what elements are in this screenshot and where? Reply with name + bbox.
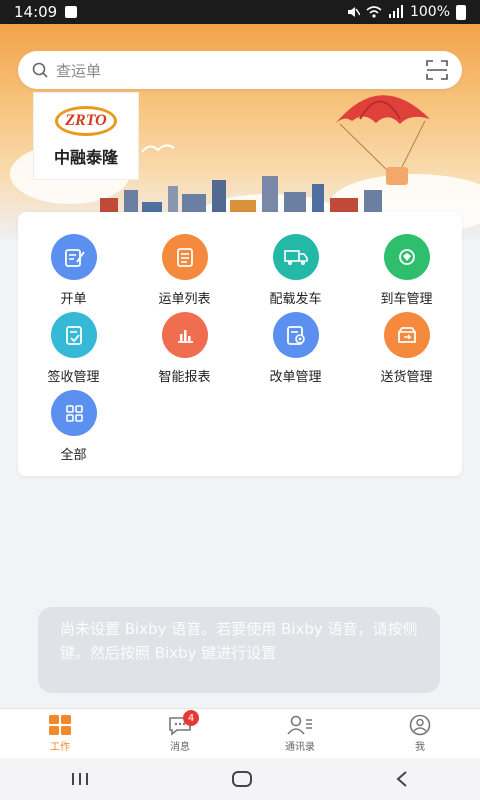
- bird-icon: [141, 144, 175, 153]
- menu-item-all[interactable]: 全部: [18, 390, 129, 463]
- modify-icon: [272, 312, 319, 358]
- list-icon: [161, 234, 208, 280]
- company-logo: ZRTO 中融泰隆: [33, 92, 139, 180]
- sign-icon: [50, 312, 97, 358]
- menu-item-label: 开单: [60, 292, 87, 307]
- menu-item-sign-management[interactable]: 签收管理: [18, 312, 129, 385]
- notification-icon: [65, 6, 78, 18]
- menu-item-delivery-management[interactable]: 送货管理: [351, 312, 462, 385]
- menu-item-smart-report[interactable]: 智能报表: [129, 312, 240, 385]
- edit-icon: [50, 234, 97, 280]
- toast-text: 尚未设置 Bixby 语音。若要使用 Bixby 语音，请按侧键。然后按照 Bi…: [60, 620, 418, 662]
- tab-label: 我: [415, 742, 425, 753]
- logo-mark-text: ZRTO: [65, 112, 107, 129]
- tab-label: 工作: [50, 742, 70, 753]
- logo-mark: ZRTO: [54, 104, 118, 138]
- mute-icon: [347, 7, 360, 17]
- battery-percent: 100%: [409, 4, 450, 20]
- unread-badge: 4: [183, 710, 199, 726]
- tab-messages[interactable]: 4 消息: [120, 709, 240, 758]
- scan-icon[interactable]: [426, 60, 448, 80]
- menu-item-waybill-list[interactable]: 运单列表: [129, 234, 240, 307]
- delivery-icon: [383, 312, 430, 358]
- status-time: 14:09: [14, 3, 58, 21]
- menu-item-label: 配载发车: [269, 292, 322, 307]
- status-bar: 14:09 100%: [0, 0, 480, 24]
- profile-icon: [409, 714, 431, 736]
- tab-contacts[interactable]: 通讯录: [240, 709, 360, 758]
- report-icon: [161, 312, 208, 358]
- menu-item-modify-order[interactable]: 改单管理: [240, 312, 351, 385]
- menu-item-load-dispatch[interactable]: 配载发车: [240, 234, 351, 307]
- grid-icon: [50, 390, 97, 436]
- hero-banner: 查运单 ZRTO 中融泰隆: [0, 24, 480, 240]
- menu-item-create-order[interactable]: 开单: [18, 234, 129, 307]
- menu-item-label: 改单管理: [269, 370, 322, 385]
- recent-apps-icon[interactable]: [70, 771, 90, 787]
- search-bar[interactable]: 查运单: [18, 51, 462, 89]
- status-right: 100%: [346, 4, 466, 20]
- tab-label: 通讯录: [285, 742, 315, 753]
- menu-item-label: 签收管理: [47, 370, 100, 385]
- truck-icon: [272, 234, 319, 280]
- menu-item-label: 送货管理: [380, 370, 433, 385]
- menu-item-label: 全部: [60, 448, 87, 463]
- menu-item-arrival-management[interactable]: 到车管理: [351, 234, 462, 307]
- system-nav-bar: [0, 758, 480, 800]
- system-toast: 尚未设置 Bixby 语音。若要使用 Bixby 语音，请按侧键。然后按照 Bi…: [38, 607, 440, 693]
- search-icon: [32, 62, 48, 78]
- company-name: 中融泰隆: [53, 148, 118, 167]
- tab-profile[interactable]: 我: [360, 709, 480, 758]
- location-icon: [383, 234, 430, 280]
- signal-icon: [388, 5, 403, 18]
- back-icon[interactable]: [394, 770, 410, 788]
- tab-work[interactable]: 工作: [0, 709, 120, 758]
- battery-icon: [456, 4, 466, 20]
- menu-item-label: 智能报表: [158, 370, 211, 385]
- home-icon[interactable]: [231, 770, 253, 788]
- contacts-icon: [287, 715, 312, 735]
- function-grid: 开单 运单列表 配载发车 到车管理 签收管理 智能报表 改单管理 送货管理 全部: [18, 212, 462, 476]
- menu-item-label: 运单列表: [158, 292, 211, 307]
- parachute-icon: [335, 95, 430, 185]
- bottom-tab-bar: 工作 4 消息 通讯录 我: [0, 708, 480, 758]
- search-placeholder: 查运单: [56, 61, 102, 80]
- work-icon: [49, 715, 71, 735]
- tab-label: 消息: [170, 742, 190, 753]
- menu-item-label: 到车管理: [380, 292, 433, 307]
- wifi-icon: [366, 6, 382, 18]
